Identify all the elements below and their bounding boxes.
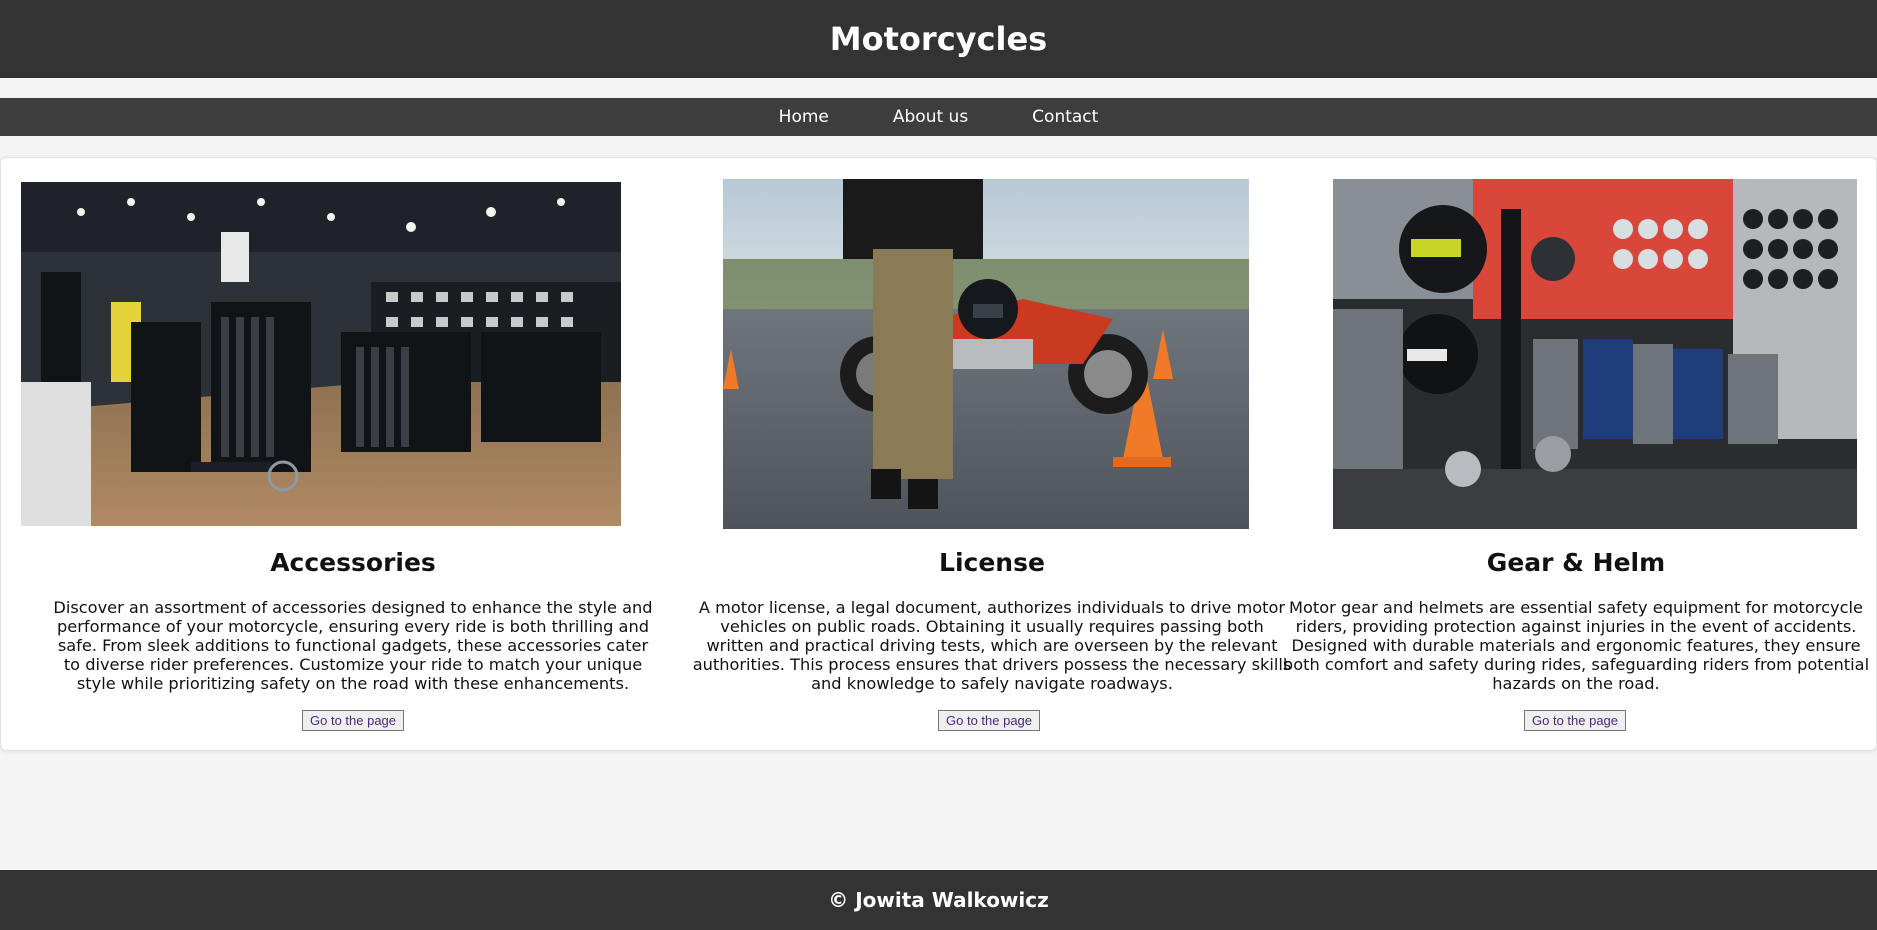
nav-link-about-us[interactable]: About us	[861, 98, 1000, 136]
nav-link-home[interactable]: Home	[747, 98, 861, 136]
site-header: Motorcycles	[0, 0, 1877, 78]
card-title-accessories: Accessories	[270, 548, 436, 577]
gear-helm-go-to-page-button[interactable]: Go to the page	[1524, 710, 1627, 731]
card-title-gear-helm: Gear & Helm	[1486, 548, 1666, 577]
card-license: License A motor license, a legal documen…	[687, 158, 1297, 752]
card-title-license: License	[939, 548, 1045, 577]
card-text-accessories: Discover an assortment of accessories de…	[53, 598, 653, 693]
card-text-license: A motor license, a legal document, autho…	[692, 598, 1292, 693]
card-gear-helm: Gear & Helm Motor gear and helmets are e…	[1271, 158, 1877, 752]
accessories-go-to-page-button[interactable]: Go to the page	[302, 710, 405, 731]
license-go-to-page-button[interactable]: Go to the page	[938, 710, 1041, 731]
card-accessories: Accessories Discover an assortment of ac…	[21, 158, 658, 752]
nav-link-contact[interactable]: Contact	[1000, 98, 1130, 136]
gear-helmet-shop-image	[1333, 179, 1857, 529]
accessories-store-image	[21, 182, 621, 526]
site-footer: © Jowita Walkowicz	[0, 870, 1877, 930]
card-text-gear-helm: Motor gear and helmets are essential saf…	[1282, 598, 1870, 693]
cards-container: Accessories Discover an assortment of ac…	[0, 157, 1877, 751]
license-rider-image	[723, 179, 1249, 529]
footer-copyright: © Jowita Walkowicz	[828, 888, 1049, 912]
site-title: Motorcycles	[829, 20, 1048, 58]
nav-bar: Home About us Contact	[0, 98, 1877, 136]
